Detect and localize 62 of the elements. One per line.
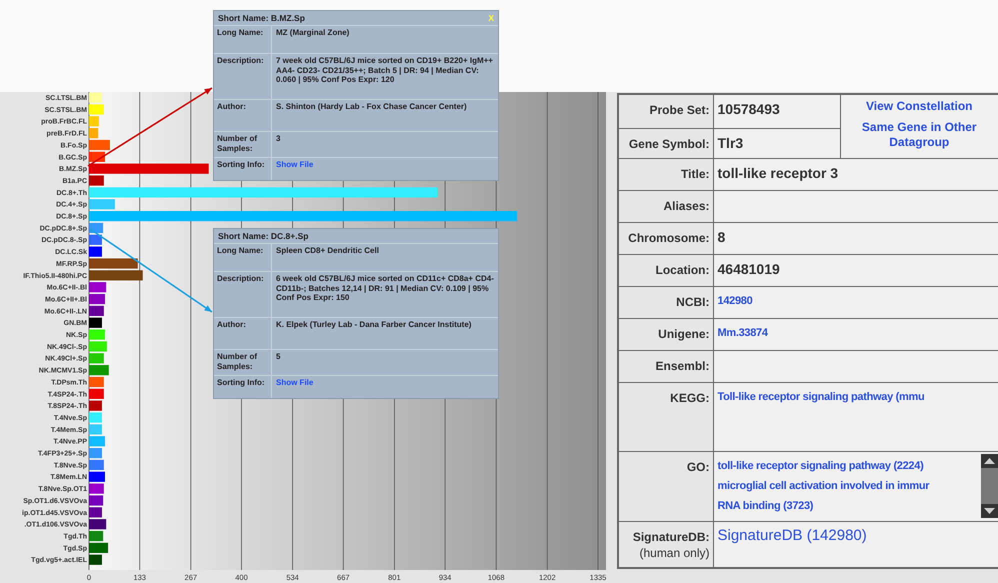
- field-value: 7 week old C57BL/6J mice sorted on CD19+ B220+ IgM++ AA4- CD23- CD21/35++; Batch 5 | DR: 94 | Median CV: 0.060 | 95% Conf Pos Expr: 120: [275, 55, 494, 86]
- field-label: Probe Set:: [648, 103, 710, 117]
- bar[interactable]: [89, 460, 104, 470]
- scrollbar[interactable]: [981, 454, 998, 518]
- field-label: Title:: [680, 167, 710, 181]
- value-link[interactable]: RNA binding (3723): [718, 496, 814, 516]
- field-value: S. Shinton (Hardy Lab - Fox Chase Cancer Center): [275, 101, 468, 113]
- bar[interactable]: [89, 519, 106, 530]
- show-file-link[interactable]: Show File: [272, 376, 498, 398]
- field-value: Tlr3: [718, 134, 744, 153]
- field-note: (human only): [638, 546, 710, 560]
- scroll-down-icon[interactable]: [981, 504, 998, 518]
- field-label: KEGG:: [669, 391, 710, 405]
- field-label: Number of Samples:: [214, 132, 272, 157]
- field-value: 46481019: [718, 260, 780, 279]
- bar[interactable]: [89, 270, 143, 280]
- field-label: Description:: [214, 272, 272, 317]
- field-label: Ensembl:: [654, 359, 710, 373]
- value-link[interactable]: Mm.33874: [718, 323, 768, 343]
- value-link[interactable]: microglial cell activation involved in immur: [718, 476, 930, 496]
- field-label: SignatureDB:: [632, 530, 710, 544]
- field-value: 3: [275, 133, 282, 145]
- field-label: Unigene:: [657, 327, 710, 341]
- bar[interactable]: [89, 306, 104, 316]
- field-value: 8: [718, 228, 726, 247]
- bar[interactable]: [89, 282, 106, 292]
- side-link[interactable]: Same Gene in Other Datagroup: [844, 120, 994, 150]
- bar[interactable]: [89, 495, 104, 506]
- field-label: Location:: [654, 263, 710, 277]
- field-value: K. Elpek (Turley Lab - Dana Farber Cancer Institute): [275, 319, 472, 331]
- bar[interactable]: [89, 472, 106, 482]
- show-file-link[interactable]: Show File: [272, 158, 498, 180]
- field-label: Description:: [214, 54, 272, 99]
- field-label: GO:: [686, 460, 710, 474]
- field-value: MZ (Marginal Zone): [275, 27, 350, 39]
- bar[interactable]: [89, 530, 104, 542]
- field-label: NCBI:: [675, 295, 710, 309]
- field-label: Gene Symbol:: [628, 137, 710, 151]
- bar[interactable]: [89, 507, 102, 518]
- value-link[interactable]: 142980: [718, 291, 752, 311]
- bar[interactable]: [89, 542, 108, 553]
- field-label: Sorting Info:: [214, 158, 272, 180]
- field-label: Author:: [214, 318, 272, 349]
- field-label: Sorting Info:: [214, 376, 272, 398]
- short-name: Short Name: B.MZ.Sp: [218, 13, 305, 23]
- field-value: Spleen CD8+ Dendritic Cell: [275, 245, 380, 257]
- bar[interactable]: [89, 175, 104, 186]
- field-value: 6 week old C57BL/6J mice sorted on CD11c+ CD8a+ CD4- CD11b-; Batches 12,14 | DR: 91 | Median CV: 0.109 | 95% Conf Pos Expr: 150: [275, 273, 495, 304]
- scroll-up-icon[interactable]: [981, 454, 998, 468]
- field-label: Number of Samples:: [214, 350, 272, 375]
- field-label: Author:: [214, 100, 272, 131]
- field-label: Aliases:: [662, 199, 710, 213]
- field-label: Long Name:: [214, 26, 272, 53]
- value-link[interactable]: toll-like receptor signaling pathway (2224): [718, 456, 924, 476]
- field-value: toll-like receptor 3: [718, 164, 838, 183]
- side-link[interactable]: View Constellation: [844, 99, 994, 114]
- bar[interactable]: [89, 294, 106, 304]
- field-value: 10578493: [718, 100, 780, 119]
- short-name: Short Name: DC.8+.Sp: [218, 231, 308, 241]
- field-value: 5: [275, 351, 282, 363]
- field-label: Chromosome:: [627, 231, 710, 245]
- field-label: Long Name:: [214, 244, 272, 271]
